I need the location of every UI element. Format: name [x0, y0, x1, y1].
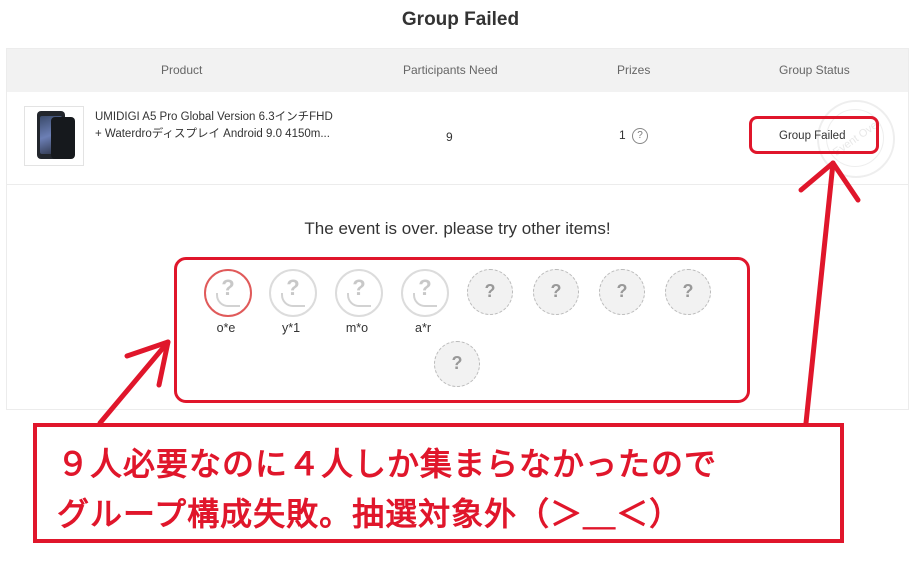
annotation-line2: グループ構成失敗。抽選対象外（＞＿＜）	[57, 495, 683, 533]
annotation-callout: ９人必要なのに４人しか集まらなかったので グループ構成失敗。抽選対象外（＞＿＜）	[33, 423, 844, 543]
arrow-right-shaft	[803, 160, 836, 426]
annotation-line1: ９人必要なのに４人しか集まらなかったので	[57, 445, 718, 483]
